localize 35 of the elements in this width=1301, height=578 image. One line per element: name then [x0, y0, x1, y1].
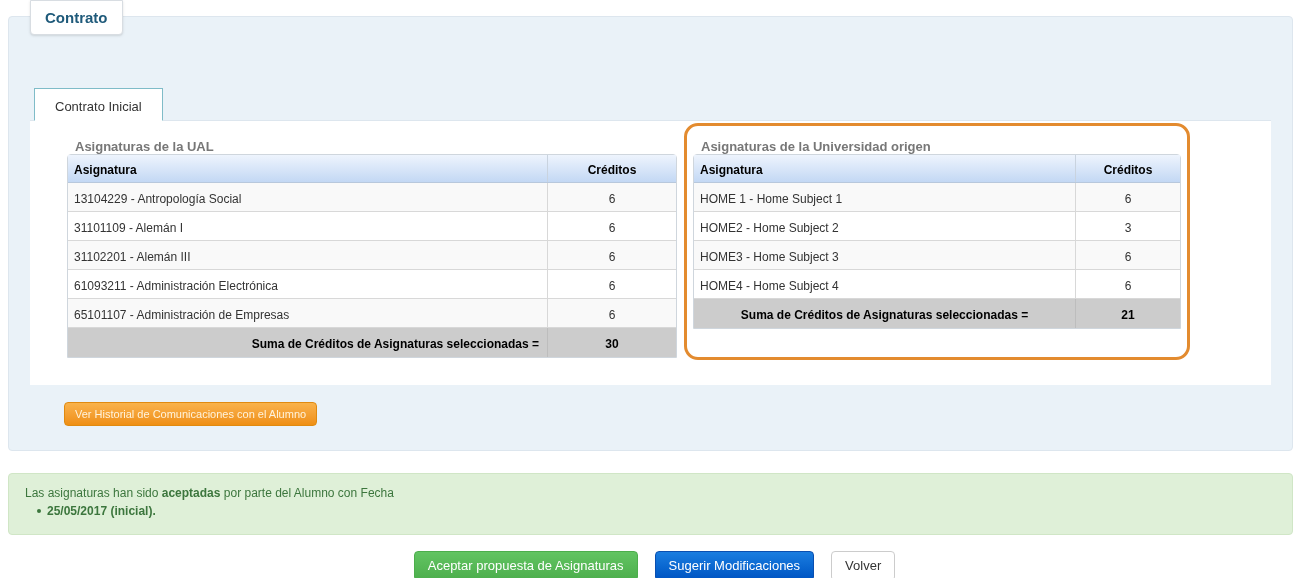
- tab[interactable]: Contrato Inicial: [34, 88, 163, 121]
- bullet-icon: [37, 509, 41, 513]
- alert-message: Las asignaturas han sido aceptadas por parte del Alumno con Fecha: [25, 485, 395, 502]
- table-cell-text: 6: [607, 278, 617, 295]
- action-button[interactable]: Sugerir Modificaciones: [654, 551, 815, 578]
- total-label: Suma de Créditos de Asignaturas seleccionadas =: [694, 299, 1076, 328]
- table-cell-text: 6: [607, 249, 617, 266]
- table-cell-text: 3: [1123, 220, 1133, 237]
- table-cell: 61093211 - Administración Electrónica: [68, 270, 548, 298]
- table-cell: HOME4 - Home Subject 4: [694, 270, 1076, 298]
- panel-title: Contrato: [30, 0, 123, 35]
- table-cell: HOME2 - Home Subject 2: [694, 212, 1076, 240]
- column-header: Créditos: [1102, 162, 1154, 179]
- action-button[interactable]: Volver: [831, 551, 896, 578]
- table-cell-text: 6: [1123, 191, 1133, 208]
- table-cell-text: 6: [1123, 249, 1133, 266]
- table-cell: 13104229 - Antropología Social: [68, 183, 548, 211]
- table-cell: HOME3 - Home Subject 3: [694, 241, 1076, 269]
- table-cell: 31102201 - Alemán III: [68, 241, 548, 269]
- table-cell-text: 6: [1123, 278, 1133, 295]
- total-value: 21: [1120, 307, 1136, 324]
- table-cell: 31101109 - Alemán I: [68, 212, 548, 240]
- table-cell: HOME 1 - Home Subject 1: [694, 183, 1076, 211]
- column-header: Asignatura: [694, 155, 1076, 182]
- table-title: Asignaturas de la UAL: [74, 138, 215, 154]
- column-header: Créditos: [586, 162, 638, 179]
- total-label: Suma de Créditos de Asignaturas seleccionadas =: [68, 328, 548, 357]
- total-value: 30: [604, 336, 620, 353]
- table-cell-text: 6: [607, 307, 617, 324]
- table-cell: 65101107 - Administración de Empresas: [68, 299, 548, 327]
- alert-date: 25/05/2017 (inicial).: [47, 503, 156, 520]
- table-title: Asignaturas de la Universidad origen: [700, 138, 932, 154]
- table-cell-text: 6: [607, 191, 617, 208]
- table-cell-text: 6: [607, 220, 617, 237]
- column-header: Asignatura: [68, 155, 548, 182]
